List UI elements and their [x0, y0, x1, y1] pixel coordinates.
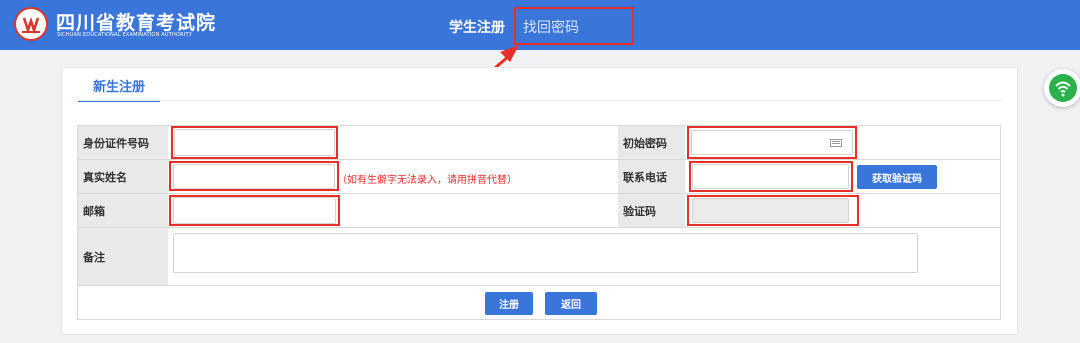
id-number-input[interactable]	[174, 129, 335, 156]
floating-wifi-widget[interactable]	[1044, 69, 1080, 107]
email-input[interactable]	[173, 197, 336, 224]
remark-label: 备注	[78, 228, 168, 285]
row-divider	[77, 193, 1001, 194]
remark-textarea[interactable]	[173, 233, 918, 273]
row-divider	[77, 285, 1001, 286]
verification-code-label: 验证码	[618, 194, 685, 227]
verification-code-input[interactable]	[692, 198, 849, 223]
initial-password-label: 初始密码	[618, 126, 685, 159]
phone-label: 联系电话	[618, 160, 685, 193]
wifi-icon	[1049, 74, 1077, 102]
real-name-label: 真实姓名	[78, 160, 168, 193]
tab-divider	[78, 100, 1001, 101]
initial-password-input[interactable]	[691, 130, 853, 155]
back-button[interactable]: 返回	[545, 292, 597, 315]
tab-new-student-register[interactable]: 新生注册	[78, 76, 160, 102]
email-label: 邮箱	[78, 194, 168, 227]
keyboard-icon[interactable]	[830, 139, 842, 147]
id-number-label: 身份证件号码	[78, 126, 168, 159]
register-submit-button[interactable]: 注册	[485, 292, 533, 315]
real-name-input[interactable]	[173, 164, 335, 189]
get-verification-code-button[interactable]: 获取验证码	[857, 165, 937, 189]
name-input-hint: （如有生僻字无法录入，请用拼音代替）	[337, 175, 517, 186]
phone-input[interactable]	[692, 164, 849, 189]
row-divider	[77, 227, 1001, 228]
row-divider	[77, 159, 1001, 160]
